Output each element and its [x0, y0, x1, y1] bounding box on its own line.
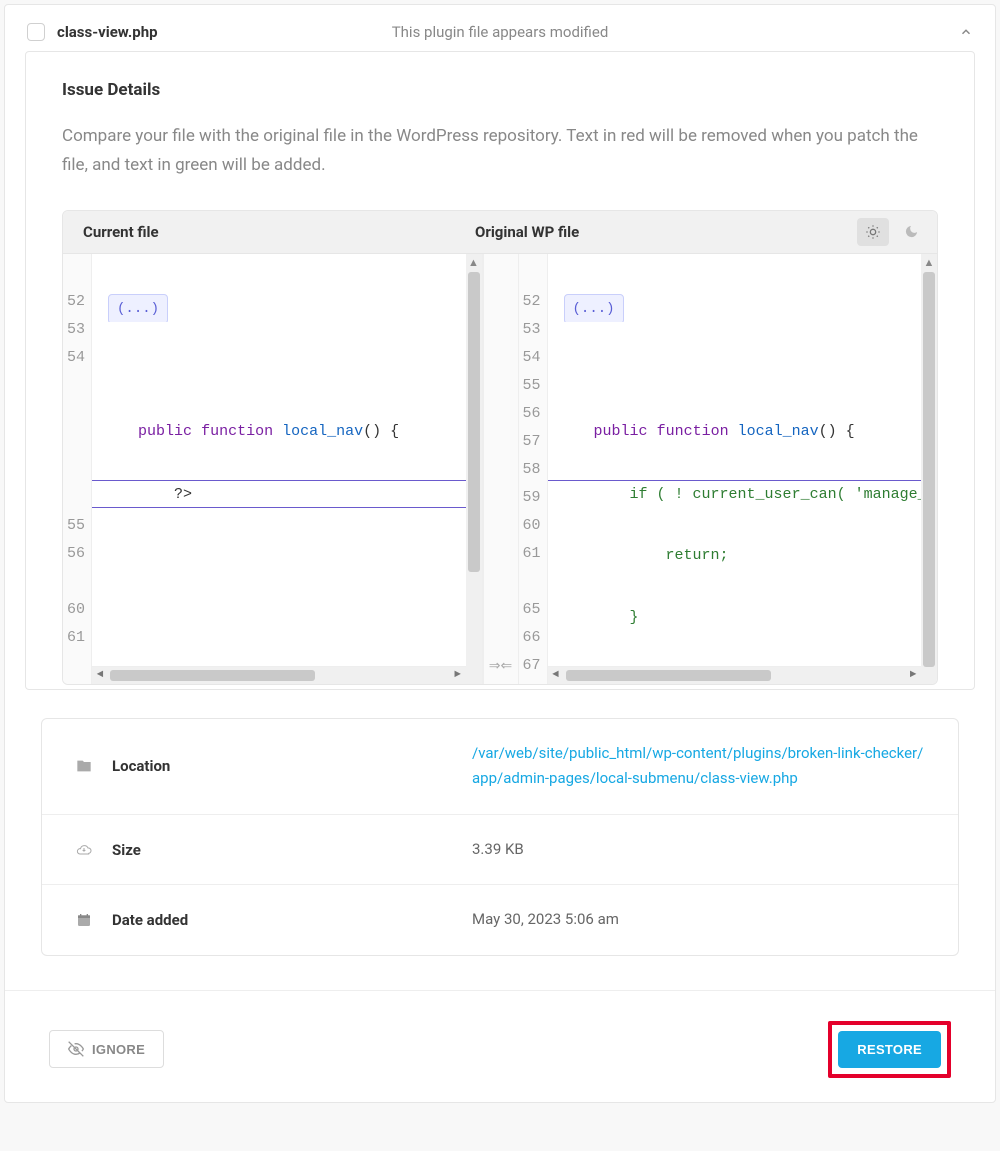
cloud-download-icon — [76, 842, 94, 858]
issue-description: Compare your file with the original file… — [62, 122, 938, 180]
actions-footer: IGNORE RESTORE — [5, 990, 995, 1102]
diff-viewer: Current file Original WP file — [62, 210, 938, 685]
vscroll-left[interactable]: ▲ — [466, 254, 482, 684]
meta-label: Date added — [112, 911, 472, 929]
diff-gutter-sync-icon: ⇒⇐ — [483, 254, 519, 684]
file-size-value: 3.39 KB — [472, 837, 924, 863]
calendar-icon — [76, 912, 94, 928]
accordion-header[interactable]: class-view.php This plugin file appears … — [5, 5, 995, 51]
hscroll-right[interactable]: ◄► — [548, 666, 921, 684]
line-numbers-left: 52 53 54 55 56 60 61 62 — [63, 254, 92, 684]
meta-row-size: Size 3.39 KB — [42, 815, 958, 886]
sun-icon — [865, 224, 881, 240]
theme-dark-button[interactable] — [895, 218, 927, 246]
eye-off-icon — [68, 1041, 84, 1057]
meta-label: Location — [112, 757, 472, 775]
file-meta-table: Location /var/web/site/public_html/wp-co… — [41, 718, 959, 956]
code-left[interactable]: (...) public function local_nav() { ?> <… — [92, 254, 465, 684]
chevron-up-icon[interactable] — [959, 25, 973, 39]
issue-heading: Issue Details — [62, 80, 938, 100]
file-location-link[interactable]: /var/web/site/public_html/wp-content/plu… — [472, 744, 923, 788]
meta-row-location: Location /var/web/site/public_html/wp-co… — [42, 719, 958, 815]
restore-highlight: RESTORE — [828, 1021, 951, 1078]
diff-right-pane[interactable]: 52 53 54 55 56 57 58 59 60 61 65 66 67 — [519, 254, 938, 684]
meta-row-date: Date added May 30, 2023 5:06 am — [42, 885, 958, 955]
restore-button[interactable]: RESTORE — [838, 1031, 941, 1068]
fold-marker[interactable]: (...) — [108, 294, 168, 322]
folder-icon — [76, 758, 94, 774]
meta-label: Size — [112, 841, 472, 859]
moon-icon — [904, 224, 919, 239]
hscroll-left[interactable]: ◄► — [92, 666, 465, 684]
file-date-value: May 30, 2023 5:06 am — [472, 907, 924, 933]
ignore-button[interactable]: IGNORE — [49, 1030, 164, 1068]
diff-left-header: Current file — [63, 211, 465, 253]
theme-light-button[interactable] — [857, 218, 889, 246]
issue-details-panel: Issue Details Compare your file with the… — [25, 51, 975, 690]
select-file-checkbox[interactable] — [27, 23, 45, 41]
diff-left-pane[interactable]: 52 53 54 55 56 60 61 62 (...) — [63, 254, 483, 684]
vscroll-right[interactable]: ▲ — [921, 254, 937, 684]
file-name: class-view.php — [57, 23, 158, 41]
fold-marker[interactable]: (...) — [564, 294, 624, 322]
code-right[interactable]: (...) public function local_nav() { if (… — [548, 254, 921, 684]
diff-right-header: Original WP file — [465, 211, 857, 253]
line-numbers-right: 52 53 54 55 56 57 58 59 60 61 65 66 67 — [519, 254, 548, 684]
